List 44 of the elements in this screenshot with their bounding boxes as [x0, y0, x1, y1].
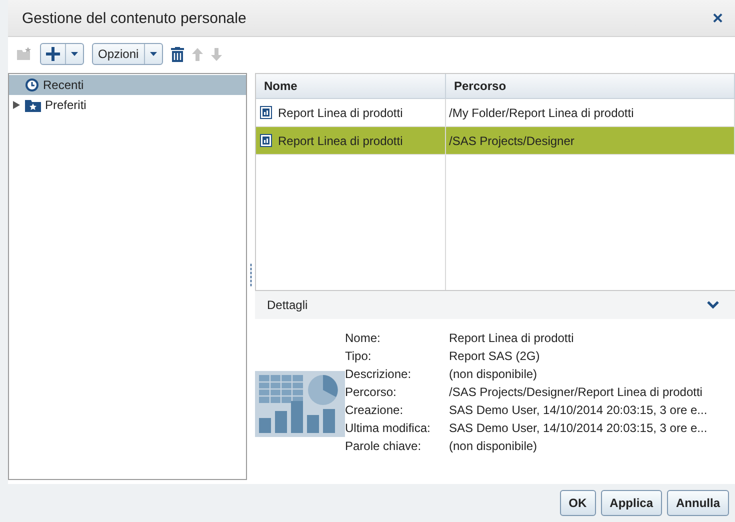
chevron-down-icon[interactable]	[707, 301, 719, 309]
field-label: Tipo:	[345, 349, 372, 363]
new-item-button[interactable]	[40, 43, 84, 65]
clock-icon	[25, 78, 39, 92]
dialog-button[interactable]: Annulla	[667, 490, 729, 516]
dialog-button[interactable]: Applica	[600, 490, 662, 516]
column-header[interactable]: Percorso	[446, 74, 735, 98]
field-value: SAS Demo User, 14/10/2014 20:03:15, 3 ore e...	[449, 421, 708, 435]
caret-icon	[150, 52, 157, 56]
field-label: Percorso:	[345, 385, 398, 399]
cell-text: /My Folder/Report Linea di prodotti	[449, 106, 634, 120]
collapsed-arrow-icon[interactable]	[13, 101, 20, 109]
field-value: SAS Demo User, 14/10/2014 20:03:15, 3 ore e...	[449, 403, 708, 417]
dialog-button[interactable]: OK	[560, 490, 596, 516]
delete-icon[interactable]	[170, 46, 184, 62]
report-icon	[260, 106, 272, 119]
window-title: Gestione del contenuto personale	[22, 10, 246, 26]
tree-item[interactable]: Preferiti	[9, 95, 246, 115]
field-label: Nome:	[345, 331, 382, 345]
splitter-handle[interactable]	[250, 263, 252, 287]
plus-icon	[46, 47, 60, 61]
report-thumbnail-icon	[255, 371, 345, 437]
details-title: Dettagli	[267, 298, 308, 312]
cell-text: Report Linea di prodotti	[278, 134, 403, 148]
field-label: Creazione:	[345, 403, 404, 417]
report-icon	[260, 134, 272, 147]
field-value: /SAS Projects/Designer/Report Linea di prodotti	[449, 385, 704, 399]
field-label: Ultima modifica:	[345, 421, 432, 435]
field-value: Report Linea di prodotti	[449, 331, 575, 345]
column-header[interactable]: Nome	[256, 74, 446, 98]
field-label: Descrizione:	[345, 367, 412, 381]
details-header[interactable]: Dettagli	[255, 291, 735, 319]
cell-text: Report Linea di prodotti	[278, 106, 403, 120]
field-label: Parole chiave:	[345, 439, 422, 453]
field-value: (non disponibile)	[449, 439, 538, 453]
tree-item[interactable]: Recenti	[9, 75, 246, 95]
star-folder-icon	[25, 98, 41, 112]
options-button[interactable]: Opzioni	[92, 43, 163, 65]
cell-text: /SAS Projects/Designer	[449, 134, 574, 148]
field-value: (non disponibile)	[449, 367, 538, 381]
close-button[interactable]: ×	[708, 8, 727, 28]
field-value: Report SAS (2G)	[449, 349, 541, 363]
caret-icon	[71, 52, 78, 56]
table-row[interactable]: Report Linea di prodotti /SAS Projects/Designer	[256, 127, 735, 155]
